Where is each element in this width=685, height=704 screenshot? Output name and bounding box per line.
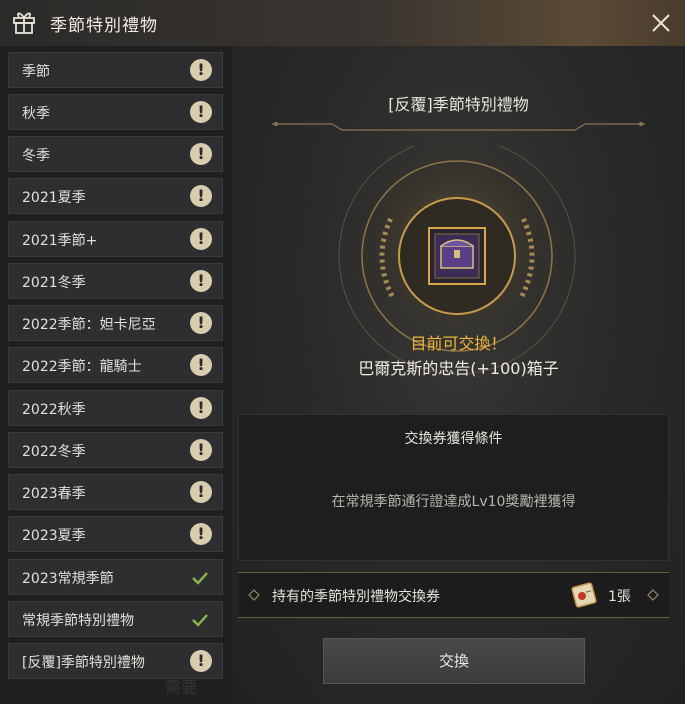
- warning-icon: !: [190, 143, 212, 165]
- season-item-label: 2022季節：龍騎士: [22, 359, 142, 375]
- check-icon: [192, 572, 208, 585]
- season-item-label: 秋季: [22, 106, 50, 122]
- gift-detail-panel: [反覆]季節特別禮物 目前可交換！ 巴爾克斯的忠告(+100)箱子 交換券獲得條…: [232, 46, 685, 704]
- warning-icon: !: [190, 397, 212, 419]
- season-item-label: 2021季節+: [22, 233, 98, 249]
- title-bar: 季節特別禮物: [0, 0, 685, 47]
- season-item-11[interactable]: 2023春季!: [8, 474, 223, 510]
- season-item-12[interactable]: 2023夏季!: [8, 516, 223, 552]
- season-item-label: 季節: [22, 64, 50, 80]
- section-title: [反覆]季節特別禮物: [388, 95, 529, 114]
- ticket-count: 1張: [608, 589, 631, 605]
- availability-text: 目前可交換！: [410, 334, 507, 353]
- season-item-8[interactable]: 2022季節：龍騎士!: [8, 347, 223, 383]
- warning-icon: !: [190, 354, 212, 376]
- warning-icon: !: [190, 523, 212, 545]
- warning-icon: !: [190, 270, 212, 292]
- season-gift-window: 季節特別禮物 季節! 秋季! 冬季! 2021夏季! 2021季節+! 2021…: [0, 0, 685, 704]
- season-item-7[interactable]: 2022季節：妲卡尼亞!: [8, 305, 223, 341]
- season-item-label: 2023春季: [22, 486, 86, 502]
- season-item-13[interactable]: 2023常規季節: [8, 559, 223, 595]
- close-icon[interactable]: [648, 10, 674, 36]
- condition-description: 在常規季節通行證達成Lv10獎勵裡獲得: [331, 494, 576, 510]
- season-list: 季節! 秋季! 冬季! 2021夏季! 2021季節+! 2021冬季! 202…: [0, 46, 232, 704]
- gift-icon: [13, 12, 35, 34]
- season-item-label: 2022季節：妲卡尼亞: [22, 317, 156, 333]
- season-item-label: 2021冬季: [22, 275, 86, 291]
- warning-icon: !: [190, 185, 212, 207]
- season-item-label: 2023常規季節: [22, 571, 114, 587]
- season-item-9[interactable]: 2022秋季!: [8, 390, 223, 426]
- season-item-1[interactable]: 季節!: [8, 52, 223, 88]
- season-item-2[interactable]: 秋季!: [8, 94, 223, 130]
- season-item-5[interactable]: 2021季節+!: [8, 221, 223, 257]
- condition-header: 交換券獲得條件: [404, 431, 503, 447]
- season-item-label: 冬季: [22, 148, 50, 164]
- warning-icon: !: [190, 312, 212, 334]
- season-item-label: 2022冬季: [22, 444, 86, 460]
- window-title: 季節特別禮物: [50, 16, 158, 36]
- season-item-label: 2021夏季: [22, 190, 86, 206]
- season-item-4[interactable]: 2021夏季!: [8, 178, 223, 214]
- warning-icon: !: [190, 101, 212, 123]
- warning-icon: !: [190, 650, 212, 672]
- warning-icon: !: [190, 439, 212, 461]
- warning-icon: !: [190, 228, 212, 250]
- season-item-label: 2022秋季: [22, 402, 86, 418]
- season-item-6[interactable]: 2021冬季!: [8, 263, 223, 299]
- ornament-divider: [272, 122, 645, 131]
- season-item-3[interactable]: 冬季!: [8, 136, 223, 172]
- condition-box: 交換券獲得條件 在常規季節通行證達成Lv10獎勵裡獲得: [238, 414, 669, 561]
- season-item-label: 2023夏季: [22, 528, 86, 544]
- warning-icon: !: [190, 59, 212, 81]
- ticket-icon: [571, 582, 597, 608]
- faded-background-text: 需要: [165, 678, 198, 697]
- exchange-button[interactable]: 交換: [323, 638, 585, 684]
- ticket-label: 持有的季節特別禮物交換券: [272, 589, 440, 605]
- check-icon: [192, 614, 208, 627]
- season-item-label: [反覆]季節特別禮物: [22, 655, 145, 671]
- ticket-bar: 持有的季節特別禮物交換券 1張: [238, 572, 669, 618]
- warning-icon: !: [190, 481, 212, 503]
- season-item-10[interactable]: 2022冬季!: [8, 432, 223, 468]
- diamond-ornament-icon: [248, 589, 260, 601]
- diamond-ornament-icon: [647, 589, 659, 601]
- reward-name: 巴爾克斯的忠告(+100)箱子: [358, 359, 559, 378]
- season-item-label: 常規季節特別禮物: [22, 613, 134, 629]
- season-item-14[interactable]: 常規季節特別禮物: [8, 601, 223, 637]
